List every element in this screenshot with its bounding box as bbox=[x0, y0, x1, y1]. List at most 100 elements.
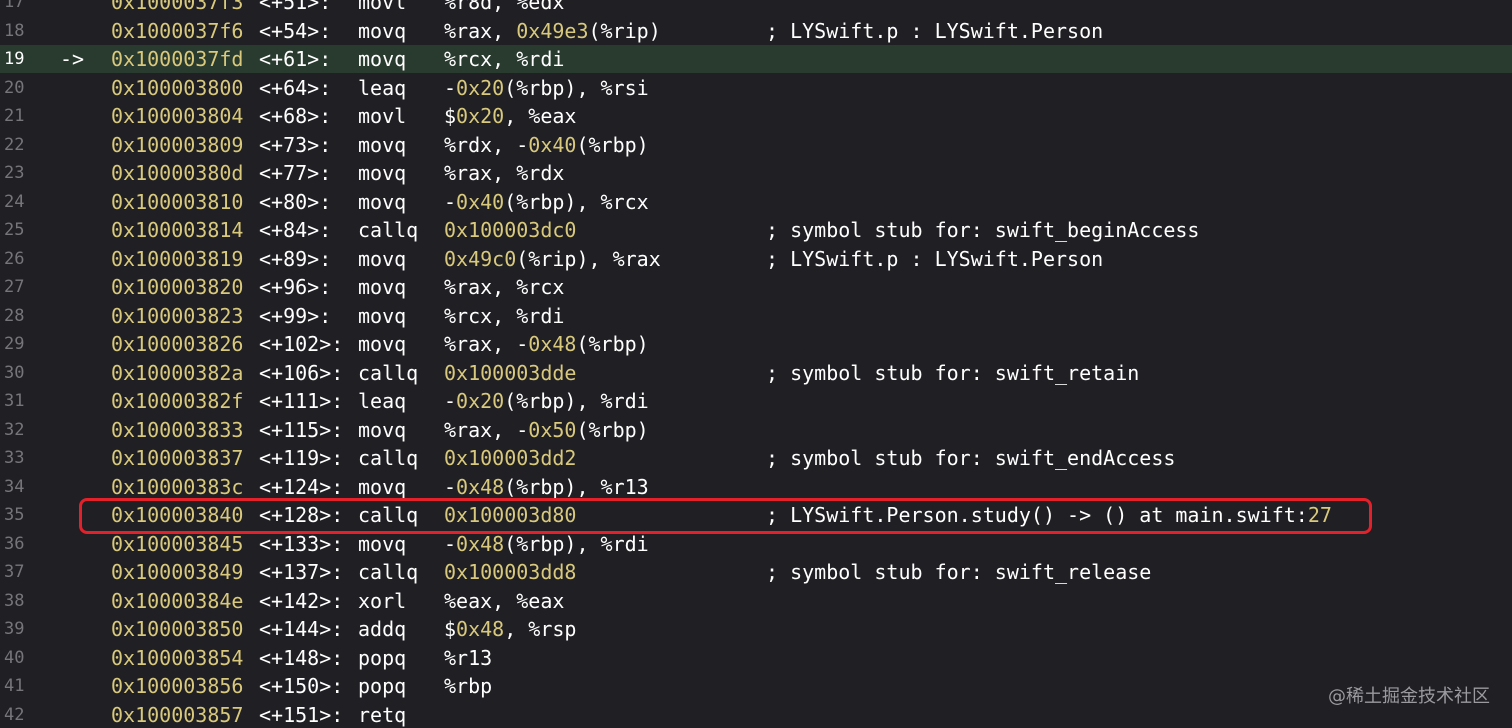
instruction-address: 0x100003804 bbox=[111, 104, 244, 128]
instruction-mnemonic: retq bbox=[358, 702, 407, 727]
code-line[interactable]: 36 0x100003845 <+133>: movq -0x48(%rbp), %rd… bbox=[0, 530, 1512, 558]
code-line[interactable]: 23 0x10000380d <+77>: movq %rax, %rdx bbox=[0, 159, 1512, 187]
code-line[interactable]: 42 0x100003857 <+151>: retq bbox=[0, 701, 1512, 728]
line-number: 24 bbox=[4, 191, 25, 212]
code-line[interactable]: 37 0x100003849 <+137>: callq 0x100003dd8 ; sy… bbox=[0, 558, 1512, 586]
instruction-address: 0x10000382a bbox=[111, 360, 244, 385]
code-line[interactable]: 39 0x100003850 <+144>: addq $0x48, %rsp bbox=[0, 615, 1512, 643]
instruction-operands: %rcx, %rdi bbox=[444, 47, 565, 71]
instruction-address: 0x100003814 bbox=[111, 218, 244, 242]
code-line[interactable]: 20 0x100003800 <+64>: leaq -0x20(%rbp), %rsi bbox=[0, 74, 1512, 102]
code-line[interactable]: 35 0x100003840 <+128>: callq 0x100003d80 ; LY… bbox=[0, 501, 1512, 529]
instruction-offset: <+51>: bbox=[259, 0, 332, 14]
code-line[interactable]: 25 0x100003814 <+84>: callq 0x100003dc0 ; sym… bbox=[0, 216, 1512, 244]
instruction-operands: %rdx, -0x40(%rbp) bbox=[444, 132, 649, 157]
code-line[interactable]: 40 0x100003854 <+148>: popq %r13 bbox=[0, 644, 1512, 672]
code-line[interactable]: 41 0x100003856 <+150>: popq %rbp bbox=[0, 672, 1512, 700]
instruction-operands: $0x20, %eax bbox=[444, 104, 577, 128]
instruction-comment: ; symbol stub for: swift_retain bbox=[766, 360, 1140, 385]
instruction-offset: <+124>: bbox=[259, 474, 344, 499]
instruction-address: 0x100003856 bbox=[111, 674, 244, 698]
code-line[interactable]: 18 0x1000037f6 <+54>: movq %rax, 0x49e3(%rip… bbox=[0, 17, 1512, 45]
instruction-offset: <+54>: bbox=[259, 18, 332, 43]
code-line[interactable]: 31 0x10000382f <+111>: leaq -0x20(%rbp), %rd… bbox=[0, 387, 1512, 415]
line-number: 29 bbox=[4, 334, 25, 354]
line-number: 20 bbox=[4, 77, 25, 98]
instruction-offset: <+151>: bbox=[259, 702, 344, 727]
instruction-mnemonic: movq bbox=[358, 303, 407, 328]
instruction-offset: <+142>: bbox=[259, 588, 344, 613]
instruction-operands: 0x100003dd2 bbox=[444, 446, 577, 470]
code-line[interactable]: 26 0x100003819 <+89>: movq 0x49c0(%rip), %ra… bbox=[0, 245, 1512, 273]
code-line[interactable]: 17 0x1000037f3 <+51>: movl %r8d, %edx bbox=[0, 0, 1512, 16]
instruction-mnemonic: callq bbox=[358, 218, 419, 242]
instruction-operands: 0x49c0(%rip), %rax bbox=[444, 246, 661, 271]
instruction-operands: -0x20(%rbp), %rdi bbox=[444, 389, 649, 413]
instruction-mnemonic: movq bbox=[358, 531, 407, 556]
disassembly-view[interactable]: 17 0x1000037f3 <+51>: movl %r8d, %edx 18 0x100… bbox=[0, 0, 1512, 728]
line-number: 30 bbox=[4, 362, 25, 383]
instruction-operands: %eax, %eax bbox=[444, 588, 565, 613]
instruction-offset: <+115>: bbox=[259, 417, 344, 442]
instruction-comment: ; LYSwift.Person.study() -> () at main.s… bbox=[766, 503, 1332, 527]
instruction-offset: <+111>: bbox=[259, 389, 344, 413]
code-line[interactable]: 34 0x10000383c <+124>: movq -0x48(%rbp), %r1… bbox=[0, 473, 1512, 501]
instruction-mnemonic: movq bbox=[358, 474, 407, 499]
instruction-mnemonic: movq bbox=[358, 161, 407, 185]
instruction-mnemonic: movl bbox=[358, 0, 407, 14]
instruction-address: 0x100003819 bbox=[111, 246, 244, 271]
instruction-offset: <+96>: bbox=[259, 275, 332, 299]
instruction-offset: <+150>: bbox=[259, 674, 344, 698]
instruction-mnemonic: movq bbox=[358, 132, 407, 157]
instruction-mnemonic: movq bbox=[358, 18, 407, 43]
code-line[interactable]: 33 0x100003837 <+119>: callq 0x100003dd2 ; sy… bbox=[0, 444, 1512, 472]
instruction-operands: %rax, %rdx bbox=[444, 161, 565, 185]
instruction-mnemonic: leaq bbox=[358, 75, 407, 100]
instruction-offset: <+89>: bbox=[259, 246, 332, 271]
instruction-offset: <+119>: bbox=[259, 446, 344, 470]
instruction-address: 0x100003800 bbox=[111, 75, 244, 100]
line-number: 27 bbox=[4, 277, 25, 297]
line-number: 34 bbox=[4, 476, 25, 497]
instruction-offset: <+128>: bbox=[259, 503, 344, 527]
code-line[interactable]: 19 -> 0x1000037fd <+61>: movq %rcx, %rdi bbox=[0, 45, 1512, 73]
instruction-operands: %rax, 0x49e3(%rip) bbox=[444, 18, 661, 43]
code-line[interactable]: 21 0x100003804 <+68>: movl $0x20, %eax bbox=[0, 102, 1512, 130]
code-line[interactable]: 22 0x100003809 <+73>: movq %rdx, -0x40(%rbp) bbox=[0, 131, 1512, 159]
instruction-operands: 0x100003dde bbox=[444, 360, 577, 385]
code-line[interactable]: 32 0x100003833 <+115>: movq %rax, -0x50(%rbp… bbox=[0, 416, 1512, 444]
code-line[interactable]: 38 0x10000384e <+142>: xorl %eax, %eax bbox=[0, 587, 1512, 615]
line-number: 22 bbox=[4, 134, 25, 155]
instruction-operands: 0x100003d80 bbox=[444, 503, 577, 527]
instruction-address: 0x10000384e bbox=[111, 588, 244, 613]
line-number: 25 bbox=[4, 220, 25, 240]
instruction-mnemonic: callq bbox=[358, 503, 419, 527]
code-line[interactable]: 24 0x100003810 <+80>: movq -0x40(%rbp), %rcx bbox=[0, 188, 1512, 216]
instruction-mnemonic: callq bbox=[358, 560, 419, 584]
instruction-offset: <+106>: bbox=[259, 360, 344, 385]
instruction-mnemonic: movq bbox=[358, 189, 407, 214]
instruction-operands: 0x100003dd8 bbox=[444, 560, 577, 584]
instruction-offset: <+84>: bbox=[259, 218, 332, 242]
instruction-address: 0x100003810 bbox=[111, 189, 244, 214]
instruction-operands: 0x100003dc0 bbox=[444, 218, 577, 242]
instruction-address: 0x100003809 bbox=[111, 132, 244, 157]
line-number: 37 bbox=[4, 562, 25, 582]
instruction-mnemonic: movq bbox=[358, 417, 407, 442]
line-number: 42 bbox=[4, 704, 25, 725]
line-number: 40 bbox=[4, 647, 25, 668]
line-number: 35 bbox=[4, 505, 25, 525]
instruction-offset: <+102>: bbox=[259, 332, 344, 356]
instruction-offset: <+68>: bbox=[259, 104, 332, 128]
code-line[interactable]: 28 0x100003823 <+99>: movq %rcx, %rdi bbox=[0, 302, 1512, 330]
instruction-address: 0x100003854 bbox=[111, 645, 244, 670]
instruction-mnemonic: callq bbox=[358, 360, 419, 385]
code-line[interactable]: 30 0x10000382a <+106>: callq 0x100003dde ; sy… bbox=[0, 359, 1512, 387]
code-line[interactable]: 29 0x100003826 <+102>: movq %rax, -0x48(%rbp… bbox=[0, 330, 1512, 358]
pc-arrow-indicator: -> bbox=[60, 47, 85, 71]
instruction-mnemonic: popq bbox=[358, 674, 407, 698]
instruction-offset: <+137>: bbox=[259, 560, 344, 584]
line-number: 32 bbox=[4, 419, 25, 440]
code-line[interactable]: 27 0x100003820 <+96>: movq %rax, %rcx bbox=[0, 273, 1512, 301]
instruction-operands: %r13 bbox=[444, 645, 493, 670]
